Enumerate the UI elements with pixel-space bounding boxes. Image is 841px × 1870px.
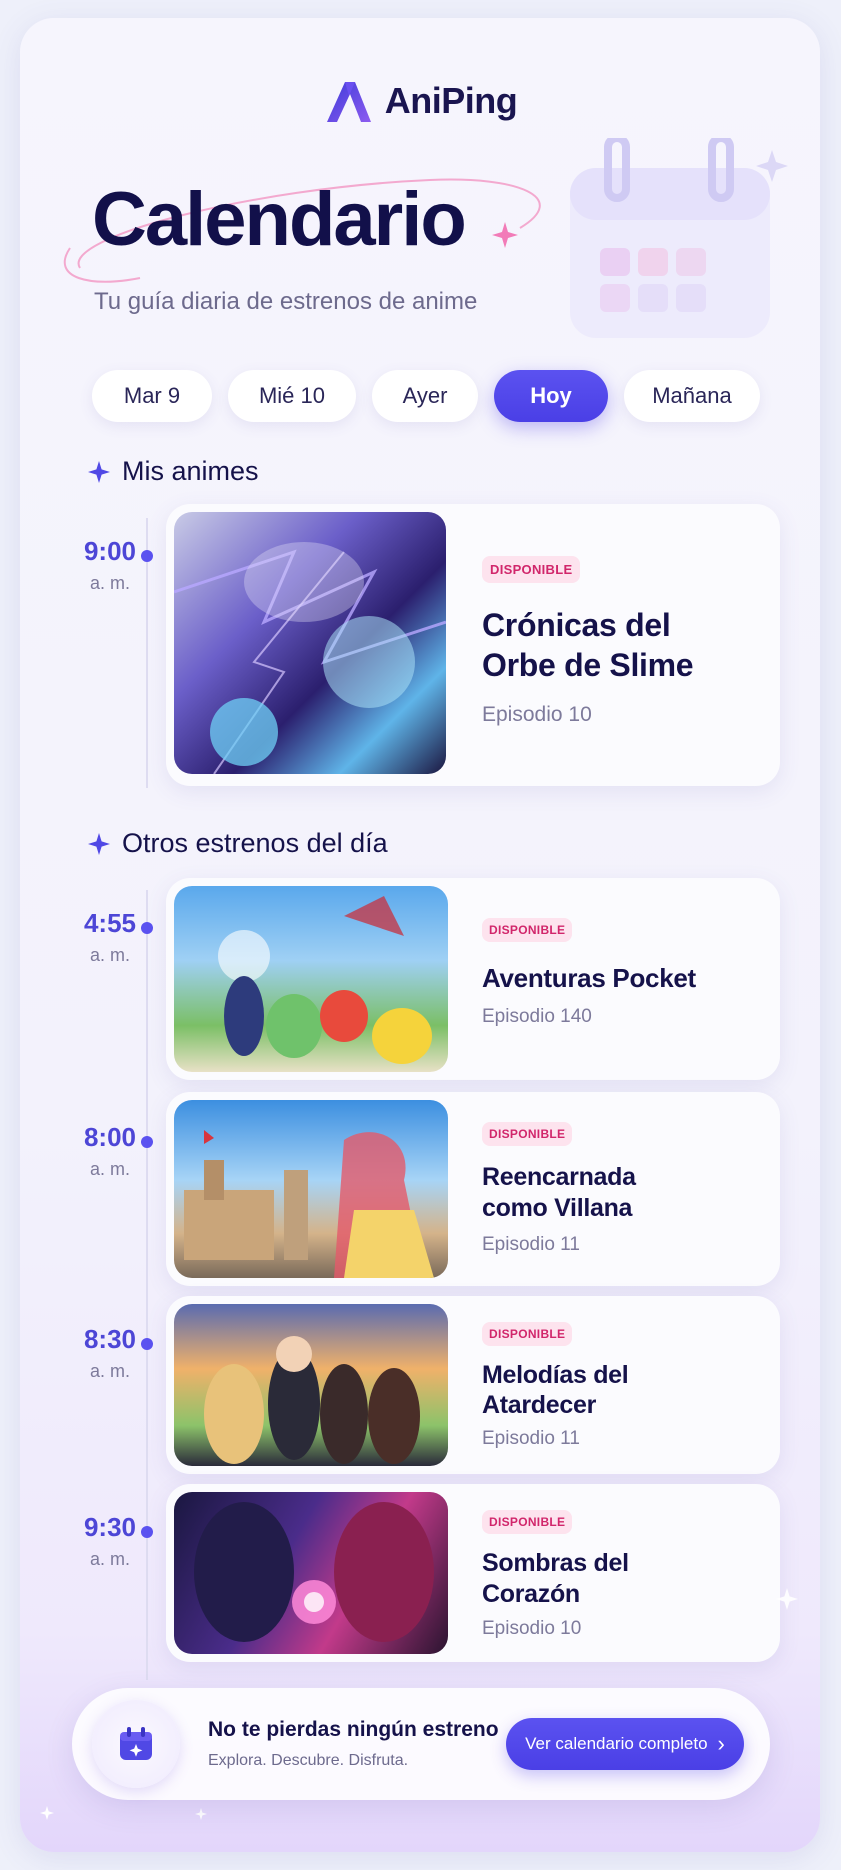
- timeline-dot: [141, 1136, 153, 1148]
- timeline-dot: [141, 1526, 153, 1538]
- status-badge: DISPONIBLE: [482, 1122, 573, 1146]
- anime-thumbnail: [174, 886, 448, 1072]
- anime-title-line2: Atardecer: [482, 1391, 597, 1419]
- banner-icon-wrap: [92, 1700, 180, 1788]
- tab-mar-9[interactable]: Mar 9: [92, 370, 212, 422]
- episode-label: Episodio 11: [482, 1234, 580, 1255]
- time-value: 9:30: [83, 1512, 137, 1542]
- anime-card[interactable]: DISPONIBLE Sombras del Corazón Episodio …: [166, 1484, 780, 1662]
- sparkle-icon: [88, 460, 110, 483]
- timeline-dot: [141, 922, 153, 934]
- thumbnail-art: [174, 542, 446, 774]
- thumbnail-art: [184, 1130, 434, 1278]
- anime-thumbnail: [174, 512, 446, 774]
- section-header-others: Otros estrenos del día: [88, 828, 388, 859]
- anime-card[interactable]: DISPONIBLE Melodías del Atardecer Episod…: [166, 1296, 780, 1474]
- time-label: 8:00 a. m.: [68, 1122, 152, 1180]
- page-title: Calendario: [92, 177, 467, 262]
- anime-title-line1: Sombras del: [482, 1549, 629, 1577]
- sparkle-icon: [776, 1588, 798, 1610]
- anime-info: DISPONIBLE Crónicas del Orbe de Slime Ep…: [482, 556, 694, 727]
- button-label: Ver calendario completo: [525, 1734, 708, 1753]
- app-card: AniPing Calendario Tu guía diaria de est…: [20, 18, 820, 1852]
- anime-card[interactable]: DISPONIBLE Reencarnada como Villana Epis…: [166, 1092, 780, 1286]
- time-meridiem: a. m.: [89, 1159, 130, 1179]
- time-value: 4:55: [83, 908, 137, 938]
- section-title: Mis animes: [122, 456, 259, 486]
- page-subtitle: Tu guía diaria de estrenos de anime: [94, 288, 478, 315]
- anime-info: DISPONIBLE Aventuras Pocket Episodio 140: [482, 918, 696, 1028]
- thumbnail-art: [194, 1502, 434, 1642]
- time-value: 9:00: [83, 536, 137, 566]
- timeline-dot: [141, 550, 153, 562]
- featured-anime-card[interactable]: DISPONIBLE Crónicas del Orbe de Slime Ep…: [166, 504, 780, 786]
- time-label: 8:30 a. m.: [68, 1324, 152, 1382]
- anime-thumbnail: [174, 1304, 448, 1466]
- bottom-banner: No te pierdas ningún estreno Explora. De…: [72, 1688, 770, 1800]
- anime-title-line1: Aventuras Pocket: [482, 963, 696, 993]
- tab-manana[interactable]: Mañana: [624, 370, 760, 422]
- tab-mie-10[interactable]: Mié 10: [228, 370, 356, 422]
- anime-title-line2: Orbe de Slime: [482, 647, 694, 683]
- section-header-mine: Mis animes: [88, 456, 259, 487]
- time-meridiem: a. m.: [89, 1361, 130, 1381]
- episode-label: Episodio 11: [482, 1428, 580, 1449]
- status-badge: DISPONIBLE: [482, 556, 581, 583]
- anime-title-line2: Corazón: [482, 1580, 580, 1608]
- anime-info: DISPONIBLE Reencarnada como Villana Epis…: [482, 1122, 636, 1256]
- thumbnail-art: [204, 1336, 420, 1464]
- episode-label: Episodio 140: [482, 1006, 592, 1027]
- view-full-calendar-button[interactable]: Ver calendario completo ›: [506, 1718, 744, 1770]
- anime-thumbnail: [174, 1100, 448, 1278]
- anime-thumbnail: [174, 1492, 448, 1654]
- time-meridiem: a. m.: [89, 573, 130, 593]
- chevron-right-icon: ›: [717, 1731, 725, 1756]
- aniping-logo-icon: [326, 82, 371, 122]
- tab-hoy[interactable]: Hoy: [494, 370, 608, 422]
- anime-title-line2: como Villana: [482, 1194, 633, 1222]
- episode-label: Episodio 10: [482, 703, 592, 726]
- time-value: 8:00: [83, 1122, 137, 1152]
- sparkle-icon: [40, 1806, 54, 1820]
- anime-info: DISPONIBLE Sombras del Corazón Episodio …: [482, 1510, 629, 1640]
- status-badge: DISPONIBLE: [482, 1322, 573, 1346]
- time-meridiem: a. m.: [89, 1549, 130, 1569]
- time-value: 8:30: [83, 1324, 137, 1354]
- anime-title-line1: Melodías del: [482, 1361, 629, 1389]
- anime-info: DISPONIBLE Melodías del Atardecer Episod…: [482, 1322, 629, 1450]
- section-title: Otros estrenos del día: [122, 828, 388, 858]
- timeline-dot: [141, 1338, 153, 1350]
- thumbnail-art: [218, 896, 432, 1064]
- pink-sparkle-icon: [492, 222, 518, 248]
- episode-label: Episodio 10: [482, 1618, 582, 1639]
- banner-subtitle: Explora. Descubre. Disfruta.: [208, 1752, 409, 1769]
- tab-ayer[interactable]: Ayer: [372, 370, 478, 422]
- anime-title-line1: Reencarnada: [482, 1163, 636, 1191]
- anime-title-line1: Crónicas del: [482, 607, 671, 643]
- time-label: 4:55 a. m.: [68, 908, 152, 966]
- sparkle-icon: [88, 832, 110, 855]
- date-tabs: Mar 9 Mié 10 Ayer Hoy Mañana: [92, 370, 760, 422]
- time-label: 9:30 a. m.: [68, 1512, 152, 1570]
- banner-title: No te pierdas ningún estreno: [208, 1718, 499, 1741]
- anime-card[interactable]: DISPONIBLE Aventuras Pocket Episodio 140: [166, 878, 780, 1080]
- sparkle-icon: [195, 1808, 207, 1820]
- app-logo: AniPing: [20, 78, 820, 124]
- status-badge: DISPONIBLE: [482, 918, 573, 942]
- status-badge: DISPONIBLE: [482, 1510, 573, 1534]
- time-label: 9:00 a. m.: [68, 536, 152, 594]
- calendar-icon: [120, 1727, 152, 1760]
- time-meridiem: a. m.: [89, 945, 130, 965]
- calendar-decoration-icon: [570, 138, 788, 338]
- app-name: AniPing: [384, 80, 518, 121]
